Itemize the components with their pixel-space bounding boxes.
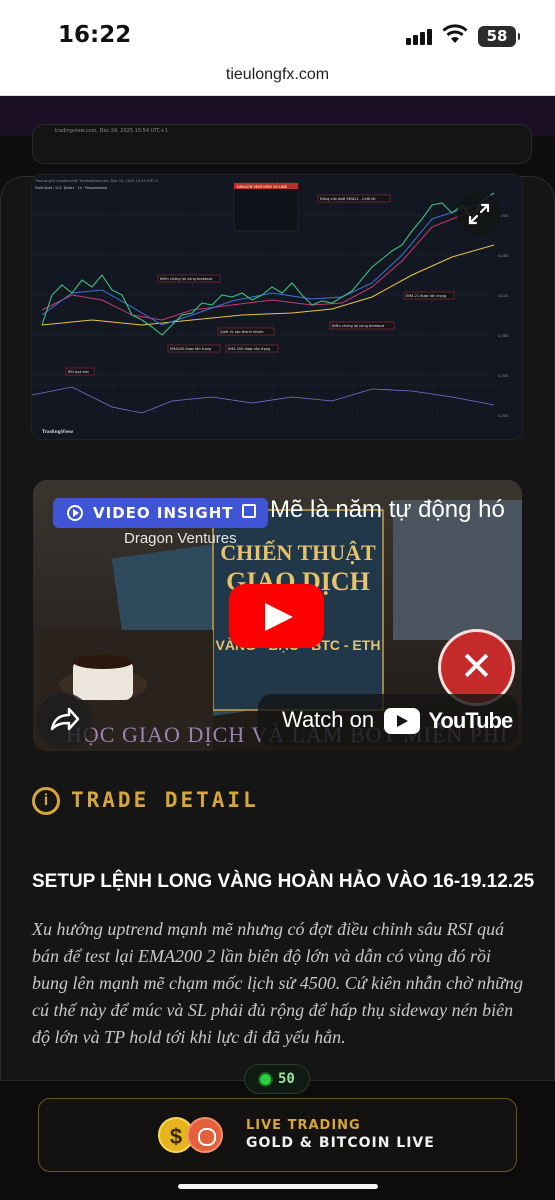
chart-annotation-3: EMA 21 được tôn trọng xyxy=(406,294,446,298)
live-trading-label: LIVE TRADING xyxy=(246,1118,361,1133)
expand-image-button[interactable] xyxy=(457,192,501,236)
home-indicator[interactable] xyxy=(178,1184,378,1189)
battery-icon: 58 xyxy=(478,26,520,47)
share-button[interactable] xyxy=(36,693,92,749)
chart-header-text: TieuLongFX created with TradingView.com,… xyxy=(34,179,159,183)
chart-annotation-8: RSI quá bán xyxy=(68,370,89,374)
watch-on-youtube-button[interactable]: Watch on YouTube xyxy=(258,694,518,746)
svg-text:CHIẾN THUẬT: CHIẾN THUẬT xyxy=(220,540,376,565)
price-label-6: 4,300 xyxy=(498,414,508,418)
chart-image[interactable]: TieuLongFX created with TradingView.com,… xyxy=(31,174,523,440)
youtube-play-button[interactable] xyxy=(229,584,324,648)
info-icon: i xyxy=(32,787,60,815)
live-trading-banner[interactable]: $ LIVE TRADING GOLD & BITCOIN LIVE xyxy=(38,1098,517,1172)
tradingview-brand: TradingView xyxy=(42,429,73,435)
video-title[interactable]: Mẽ là năm tự động hó xyxy=(270,496,520,524)
bitcoin-coin-icon xyxy=(187,1117,223,1153)
chart-annotation-7: Kiểm chứng lại vùng breakout xyxy=(332,323,385,328)
play-circle-icon xyxy=(67,505,83,521)
chart-annotation-4: Quét SL tạo thanh khoản xyxy=(220,330,264,334)
chart-annotation-1: Đóng cửa dưới EMA21 - Chốt lời xyxy=(320,197,375,201)
chart-symbol-text: Gold Spot / U.S. Dollar · 1h · Peppersto… xyxy=(35,186,107,190)
price-label-5: 4,340 xyxy=(498,374,508,378)
setup-title: SETUP LỆNH LONG VÀNG HOÀN HẢO VÀO 16-19.… xyxy=(32,871,535,892)
price-label-2: 4,460 xyxy=(498,254,508,258)
online-count-badge: 50 xyxy=(244,1064,310,1094)
status-bar: 16:22 58 xyxy=(0,0,555,62)
previous-card: tradingview.com, Dec 24, 2025 10:54 UTC+… xyxy=(32,124,532,164)
youtube-logo-icon xyxy=(384,708,421,735)
price-label-4: 4,380 xyxy=(498,334,508,338)
chart-panel-title: DRAGON VENTURES SS LINK xyxy=(237,185,288,189)
address-bar[interactable]: tieulongfx.com xyxy=(0,62,555,96)
share-arrow-icon xyxy=(50,707,80,731)
online-dot-icon xyxy=(260,1074,271,1085)
previous-card-caption: tradingview.com, Dec 24, 2025 10:54 UTC+… xyxy=(55,128,168,134)
video-insight-badge[interactable]: VIDEO INSIGHT xyxy=(53,498,268,528)
youtube-wordmark: YouTube xyxy=(428,708,513,734)
status-time: 16:22 xyxy=(58,22,132,48)
video-insight-label: VIDEO INSIGHT xyxy=(93,504,234,522)
online-count: 50 xyxy=(278,1071,295,1087)
tradingview-chart-graphic: TieuLongFX created with TradingView.com,… xyxy=(32,175,522,439)
chart-annotation-5: EMA200 được tôn trọng xyxy=(170,347,211,351)
external-link-icon xyxy=(242,504,256,518)
trade-description: Xu hướng uptrend mạnh mẽ nhưng có đợt đi… xyxy=(32,919,523,1047)
expand-icon xyxy=(468,203,490,225)
wifi-icon xyxy=(442,24,468,43)
trade-detail-heading: TRADE DETAIL xyxy=(71,788,259,812)
live-trading-subtitle: GOLD & BITCOIN LIVE xyxy=(246,1135,435,1151)
chart-annotation-6: EMA 200 được tôn trọng xyxy=(228,347,270,351)
close-icon: ✕ xyxy=(459,645,494,689)
watch-on-label: Watch on xyxy=(282,707,375,732)
chart-annotation-2: Kiểm chứng lại vùng breakout xyxy=(160,276,213,281)
video-channel-name[interactable]: Dragon Ventures xyxy=(124,530,237,547)
price-label-3: 4,420 xyxy=(498,294,508,298)
